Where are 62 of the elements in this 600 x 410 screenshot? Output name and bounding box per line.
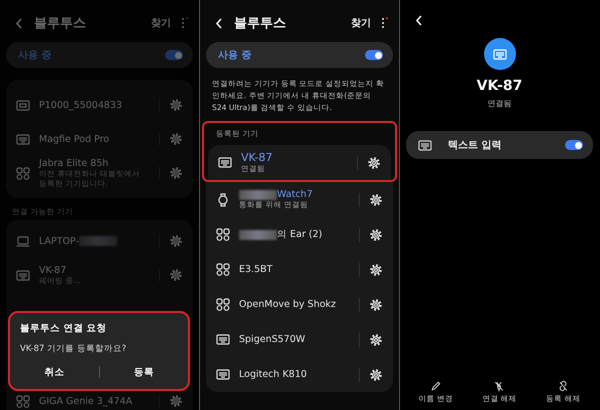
screen-title: 블루투스 xyxy=(234,15,287,32)
settings-icon[interactable] xyxy=(369,298,383,312)
device-name: VK-87 xyxy=(241,151,273,164)
earbuds-icon xyxy=(216,263,230,276)
dialog-title: 블루투스 연결 요청 xyxy=(19,322,108,335)
device-name: E3.5BT xyxy=(239,264,272,276)
more-icon[interactable] xyxy=(381,17,389,29)
device-name: Watch7 xyxy=(277,189,313,200)
device-row[interactable]: E3.5BT xyxy=(206,252,393,288)
dialog-button[interactable]: 취소 xyxy=(10,360,98,384)
settings-icon[interactable] xyxy=(369,228,383,242)
toggle-label: 사용 중 xyxy=(18,49,52,62)
unlink-icon xyxy=(557,380,570,392)
settings-icon[interactable] xyxy=(369,192,383,207)
dialog-message: VK-87 기기를 등록할까요? xyxy=(19,343,128,355)
keyboard-icon xyxy=(16,132,30,146)
device-name: SpigenS570W xyxy=(239,334,306,346)
watch-icon xyxy=(216,192,230,207)
device-name: VK-87 xyxy=(476,78,522,94)
device-status: 연결됨 xyxy=(488,98,512,109)
settings-icon[interactable] xyxy=(369,262,383,277)
earbuds-icon xyxy=(16,166,30,180)
tablet-icon xyxy=(16,98,30,112)
keyboard-icon xyxy=(216,368,230,382)
device-name: 의 Ear (2) xyxy=(277,228,322,242)
device-name: VK-87 xyxy=(39,264,66,276)
earbuds-icon xyxy=(216,228,230,242)
search-button[interactable]: 찾기 xyxy=(151,16,171,30)
setting-label: 텍스트 입력 xyxy=(447,139,502,152)
device-name: GIGA Genie 3_474A xyxy=(39,396,132,406)
toggle-switch[interactable] xyxy=(165,50,183,60)
back-icon[interactable] xyxy=(414,14,424,27)
device-row[interactable]: OpenMove by Shokz xyxy=(206,287,393,322)
device-name: LAPTOP- xyxy=(39,236,79,246)
back-icon[interactable] xyxy=(214,16,224,30)
keyboard-icon xyxy=(216,333,230,346)
device-row[interactable]: SpigenS570W xyxy=(206,322,393,358)
keyboard-icon xyxy=(418,138,432,152)
pencil-icon xyxy=(430,380,442,392)
laptop-icon xyxy=(16,234,30,248)
toggle-label: 사용 중 xyxy=(218,49,252,62)
keyboard-icon xyxy=(492,48,506,60)
dialog-button[interactable]: 등록 xyxy=(100,360,188,384)
device-name: P1000_55004833 xyxy=(39,100,122,110)
settings-icon[interactable] xyxy=(369,368,383,382)
device-name: Magfie Pod Pro xyxy=(39,134,110,144)
toggle-switch[interactable] xyxy=(365,50,383,60)
settings-icon[interactable] xyxy=(367,156,381,170)
device-name: Logitech K810 xyxy=(239,369,307,380)
keyboard-icon xyxy=(218,156,232,170)
earbuds-icon xyxy=(16,394,30,408)
unplug-icon xyxy=(493,380,506,392)
device-name: Jabra Elite 85h xyxy=(39,158,108,169)
search-button[interactable]: 찾기 xyxy=(351,16,371,30)
earbuds-icon xyxy=(216,298,230,312)
toggle-switch[interactable] xyxy=(565,140,583,150)
keyboard-icon xyxy=(16,268,30,282)
device-name: OpenMove by Shokz xyxy=(239,299,336,310)
screen-title: 블루투스 xyxy=(34,15,87,32)
settings-icon[interactable] xyxy=(369,332,383,347)
device-row[interactable]: 의 Ear (2) xyxy=(206,217,393,252)
device-row[interactable]: Logitech K810 xyxy=(206,357,393,392)
